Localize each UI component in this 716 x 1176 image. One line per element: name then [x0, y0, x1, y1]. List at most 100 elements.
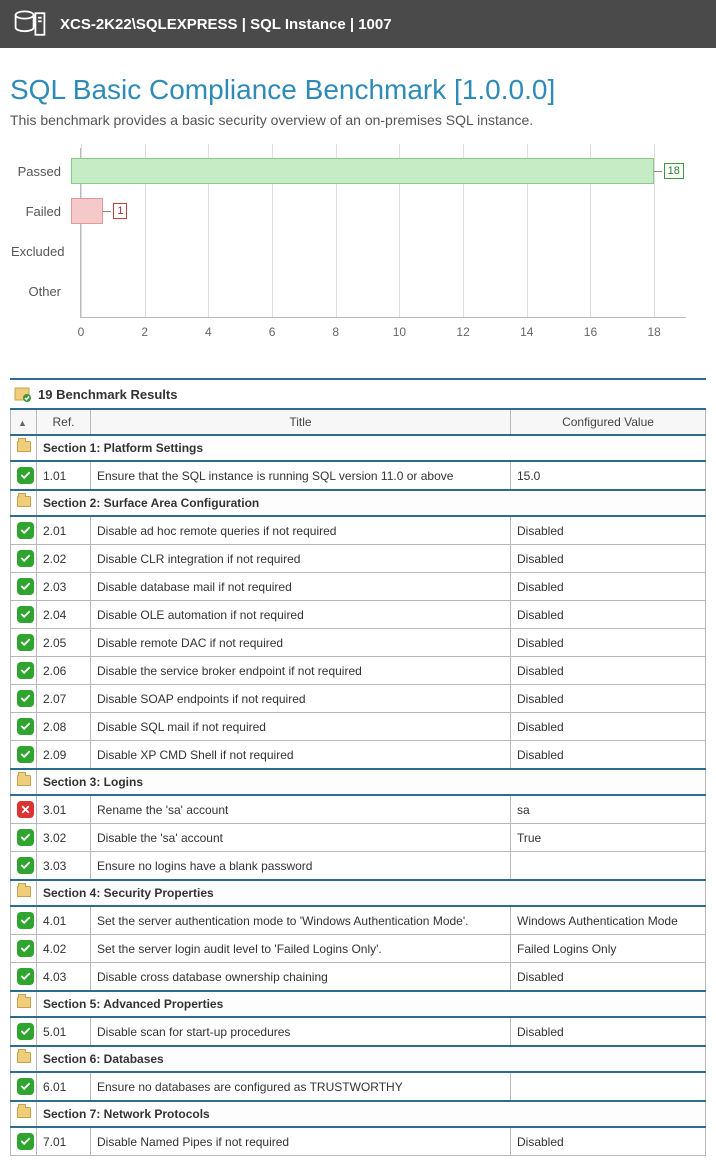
title-cell: Set the server authentication mode to 'W…	[91, 906, 511, 935]
col-title-sort[interactable]: Title	[91, 409, 511, 435]
section-title: Section 1: Platform Settings	[37, 435, 706, 461]
section-row[interactable]: Section 6: Databases	[11, 1046, 706, 1072]
value-cell: Disabled	[511, 573, 706, 601]
table-row[interactable]: 2.01Disable ad hoc remote queries if not…	[11, 516, 706, 545]
title-cell: Disable remote DAC if not required	[91, 629, 511, 657]
check-icon	[17, 550, 34, 567]
section-row[interactable]: Section 4: Security Properties	[11, 880, 706, 906]
header-title: XCS-2K22\SQLEXPRESS | SQL Instance | 100…	[60, 16, 392, 33]
table-row[interactable]: 5.01Disable scan for start-up procedures…	[11, 1017, 706, 1046]
bar-failed	[71, 198, 103, 224]
value-cell: Disabled	[511, 741, 706, 770]
table-row[interactable]: 1.01Ensure that the SQL instance is runn…	[11, 461, 706, 490]
x-tick: 8	[332, 325, 339, 339]
section-row[interactable]: Section 5: Advanced Properties	[11, 991, 706, 1017]
value-cell	[511, 1072, 706, 1101]
value-cell: Disabled	[511, 963, 706, 992]
title-cell: Disable CLR integration if not required	[91, 545, 511, 573]
results-chart: 024681012141618Passed18Failed1ExcludedOt…	[10, 148, 706, 348]
check-icon	[17, 1133, 34, 1150]
ref-cell: 3.03	[37, 852, 91, 881]
app-header: XCS-2K22\SQLEXPRESS | SQL Instance | 100…	[0, 0, 716, 48]
table-row[interactable]: 2.09Disable XP CMD Shell if not required…	[11, 741, 706, 770]
ref-cell: 2.05	[37, 629, 91, 657]
table-row[interactable]: 2.08Disable SQL mail if not requiredDisa…	[11, 713, 706, 741]
y-label-passed: Passed	[11, 164, 71, 179]
title-cell: Rename the 'sa' account	[91, 795, 511, 824]
title-cell: Disable database mail if not required	[91, 573, 511, 601]
title-cell: Disable SOAP endpoints if not required	[91, 685, 511, 713]
col-status-sort[interactable]: ▲	[11, 409, 37, 435]
folder-icon	[17, 1107, 31, 1118]
results-count: 19 Benchmark Results	[38, 387, 177, 402]
value-cell: Disabled	[511, 685, 706, 713]
table-row[interactable]: 2.07Disable SOAP endpoints if not requir…	[11, 685, 706, 713]
results-table: ▲ Ref. Title Configured Value Section 1:…	[10, 408, 706, 1156]
table-row[interactable]: 2.05Disable remote DAC if not requiredDi…	[11, 629, 706, 657]
table-row[interactable]: 4.01Set the server authentication mode t…	[11, 906, 706, 935]
table-row[interactable]: 2.06Disable the service broker endpoint …	[11, 657, 706, 685]
check-icon	[17, 522, 34, 539]
results-header: 19 Benchmark Results	[10, 380, 706, 408]
folder-icon	[17, 496, 31, 507]
col-ref-sort[interactable]: Ref.	[37, 409, 91, 435]
title-cell: Set the server login audit level to 'Fai…	[91, 935, 511, 963]
value-cell: Windows Authentication Mode	[511, 906, 706, 935]
bar-passed	[71, 158, 654, 184]
page-description: This benchmark provides a basic security…	[10, 112, 706, 128]
ref-cell: 2.04	[37, 601, 91, 629]
cross-icon	[17, 801, 34, 818]
section-row[interactable]: Section 7: Network Protocols	[11, 1101, 706, 1127]
title-cell: Disable the service broker endpoint if n…	[91, 657, 511, 685]
section-row[interactable]: Section 1: Platform Settings	[11, 435, 706, 461]
section-row[interactable]: Section 3: Logins	[11, 769, 706, 795]
ref-cell: 2.01	[37, 516, 91, 545]
table-row[interactable]: 3.02Disable the 'sa' accountTrue	[11, 824, 706, 852]
value-cell	[511, 852, 706, 881]
value-cell: Disabled	[511, 1017, 706, 1046]
section-title: Section 4: Security Properties	[37, 880, 706, 906]
title-cell: Disable SQL mail if not required	[91, 713, 511, 741]
value-cell: sa	[511, 795, 706, 824]
check-icon	[17, 857, 34, 874]
x-tick: 6	[269, 325, 276, 339]
check-icon	[17, 1023, 34, 1040]
x-tick: 14	[520, 325, 533, 339]
ref-cell: 6.01	[37, 1072, 91, 1101]
table-row[interactable]: 2.04Disable OLE automation if not requir…	[11, 601, 706, 629]
value-cell: Disabled	[511, 713, 706, 741]
folder-icon	[17, 886, 31, 897]
ref-cell: 4.01	[37, 906, 91, 935]
table-row[interactable]: 2.03Disable database mail if not require…	[11, 573, 706, 601]
table-row[interactable]: 3.01Rename the 'sa' accountsa	[11, 795, 706, 824]
ref-cell: 4.03	[37, 963, 91, 992]
y-label-other: Other	[11, 284, 71, 299]
check-icon	[17, 746, 34, 763]
y-label-failed: Failed	[11, 204, 71, 219]
x-tick: 16	[584, 325, 597, 339]
x-tick: 12	[456, 325, 469, 339]
ref-cell: 3.02	[37, 824, 91, 852]
check-icon	[17, 940, 34, 957]
check-icon	[17, 606, 34, 623]
section-row[interactable]: Section 2: Surface Area Configuration	[11, 490, 706, 516]
table-row[interactable]: 7.01Disable Named Pipes if not requiredD…	[11, 1127, 706, 1156]
bar-value-passed: 18	[664, 163, 684, 179]
section-title: Section 7: Network Protocols	[37, 1101, 706, 1127]
table-row[interactable]: 6.01Ensure no databases are configured a…	[11, 1072, 706, 1101]
title-cell: Disable ad hoc remote queries if not req…	[91, 516, 511, 545]
table-row[interactable]: 3.03Ensure no logins have a blank passwo…	[11, 852, 706, 881]
table-row[interactable]: 4.02Set the server login audit level to …	[11, 935, 706, 963]
ref-cell: 3.01	[37, 795, 91, 824]
col-value-sort[interactable]: Configured Value	[511, 409, 706, 435]
title-cell: Ensure no logins have a blank password	[91, 852, 511, 881]
table-row[interactable]: 4.03Disable cross database ownership cha…	[11, 963, 706, 992]
value-cell: Disabled	[511, 629, 706, 657]
x-tick: 0	[78, 325, 85, 339]
table-row[interactable]: 2.02Disable CLR integration if not requi…	[11, 545, 706, 573]
ref-cell: 1.01	[37, 461, 91, 490]
folder-icon	[17, 1052, 31, 1063]
value-cell: Disabled	[511, 516, 706, 545]
value-cell: Disabled	[511, 601, 706, 629]
folder-icon	[17, 441, 31, 452]
